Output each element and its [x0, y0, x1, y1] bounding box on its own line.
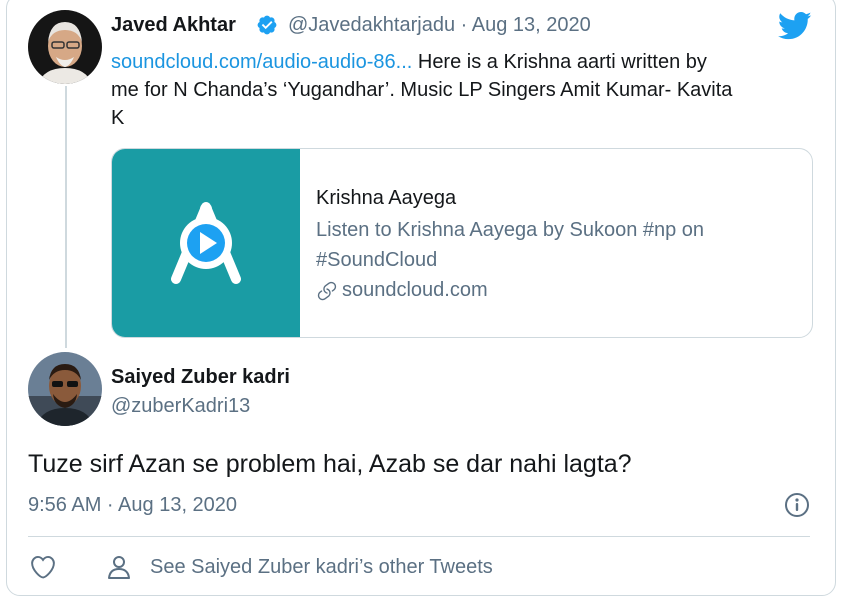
info-icon[interactable]: [784, 492, 810, 518]
javed-akhtar-avatar[interactable]: [28, 10, 102, 84]
soundcloud-link[interactable]: soundcloud.com/audio-audio-86...: [111, 51, 412, 73]
saiyed-zuber-avatar-image: [28, 352, 102, 426]
heart-icon[interactable]: [30, 554, 56, 580]
soundcloud-play-icon: [171, 202, 241, 284]
tweet-text-line-2: me for N Chanda’s ‘Yugandhar’. Music LP …: [111, 79, 733, 101]
card-description-line-2: #SoundCloud: [316, 249, 438, 271]
link-icon: [316, 280, 338, 302]
tweet-text-line-1: Here is a Krishna aarti written by: [412, 51, 707, 73]
thread-connector-line: [65, 86, 67, 348]
author-handle-and-date[interactable]: @Javedakhtarjadu · Aug 13, 2020: [288, 14, 591, 37]
see-other-tweets-label: See Saiyed Zuber kadri’s other Tweets: [150, 555, 493, 578]
twitter-bird-icon[interactable]: [777, 11, 812, 41]
soundcloud-thumbnail: [112, 149, 300, 337]
person-icon: [106, 554, 132, 580]
soundcloud-link-card[interactable]: Krishna Aayega Listen to Krishna Aayega …: [111, 148, 813, 338]
reply-tweet-text: Tuze sirf Azan se problem hai, Azab se d…: [28, 450, 632, 478]
original-tweet-text: soundcloud.com/audio-audio-86... Here is…: [111, 48, 821, 132]
card-title: Krishna Aayega: [316, 187, 457, 209]
tweet-timestamp[interactable]: 9:56 AM · Aug 13, 2020: [28, 494, 237, 517]
see-other-tweets-link[interactable]: See Saiyed Zuber kadri’s other Tweets: [106, 554, 493, 580]
author-name[interactable]: Javed Akhtar: [111, 14, 236, 37]
javed-akhtar-avatar-image: [28, 10, 102, 84]
footer-divider: [28, 536, 810, 537]
saiyed-zuber-avatar[interactable]: [28, 352, 102, 426]
card-domain-text: soundcloud.com: [342, 279, 488, 301]
card-description-line-1: Listen to Krishna Aayega by Sukoon #np o…: [316, 219, 705, 241]
card-domain: soundcloud.com: [316, 279, 488, 302]
verified-badge-icon: [256, 14, 278, 36]
tweet-text-line-3: K: [111, 107, 125, 129]
reply-author-name[interactable]: Saiyed Zuber kadri: [111, 366, 290, 389]
card-description: Listen to Krishna Aayega by Sukoon #np o…: [316, 215, 796, 275]
reply-author-handle[interactable]: @zuberKadri13: [111, 395, 250, 418]
